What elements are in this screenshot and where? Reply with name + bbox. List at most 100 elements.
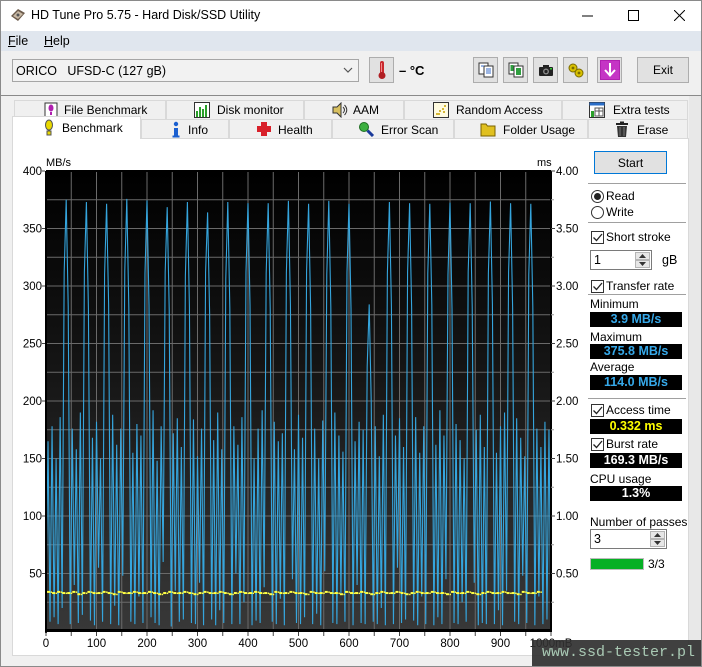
- access-time-point: [249, 592, 253, 595]
- access-time-point: [188, 592, 192, 595]
- watermark: www.ssd-tester.pl: [532, 640, 702, 667]
- access-time-point: [196, 593, 199, 596]
- passes-input[interactable]: 3: [590, 529, 667, 549]
- access-time-point: [102, 590, 106, 593]
- close-button[interactable]: [656, 0, 702, 30]
- tab-erase[interactable]: Erase: [588, 119, 688, 139]
- access-time-point: [75, 591, 78, 593]
- access-time-point: [510, 592, 512, 595]
- read-radio[interactable]: [591, 190, 604, 203]
- spin-down-button[interactable]: [635, 260, 650, 268]
- access-time-point: [193, 593, 197, 596]
- access-time-point: [272, 593, 275, 596]
- spin-up-button[interactable]: [650, 531, 665, 539]
- access-time-point: [338, 592, 340, 595]
- access-time-point: [163, 592, 167, 595]
- tab-benchmark[interactable]: Benchmark: [12, 116, 141, 139]
- exit-button[interactable]: Exit: [637, 57, 689, 83]
- spin-up-button[interactable]: [635, 252, 650, 260]
- access-time-point: [183, 590, 187, 593]
- access-time-point: [506, 592, 510, 595]
- access-time-point: [424, 592, 426, 595]
- access-time-value: 0.332 ms: [590, 419, 682, 434]
- maximize-button[interactable]: [610, 0, 656, 30]
- access-time-point: [368, 592, 371, 595]
- access-time-point: [212, 592, 214, 595]
- tab-label: Benchmark: [62, 121, 123, 135]
- access-time-point: [267, 592, 270, 595]
- access-time-point: [243, 592, 247, 595]
- burst-rate-checkbox[interactable]: [591, 438, 604, 451]
- access-time-point: [127, 592, 131, 595]
- access-time-point: [515, 592, 517, 595]
- access-time-point: [287, 592, 290, 595]
- access-time-checkbox[interactable]: [591, 404, 604, 417]
- access-time-point: [390, 592, 394, 595]
- access-time-point: [171, 591, 174, 593]
- x-tick-label: 800: [440, 638, 459, 650]
- access-time-point: [67, 592, 71, 595]
- average-label: Average: [590, 360, 635, 374]
- access-time-point: [202, 592, 204, 595]
- x-tick-label: 600: [339, 638, 358, 650]
- read-label: Read: [606, 189, 635, 203]
- access-time-point: [247, 592, 249, 595]
- burst-rate-value: 169.3 MB/s: [590, 453, 682, 468]
- spin-down-button[interactable]: [650, 539, 665, 547]
- access-time-point: [80, 593, 83, 596]
- y-tick-label: 200: [23, 396, 42, 408]
- access-time-point: [526, 592, 530, 595]
- access-time-point: [494, 592, 497, 595]
- access-time-point: [294, 592, 298, 595]
- access-time-point: [350, 592, 354, 595]
- short-stroke-checkbox[interactable]: [591, 231, 604, 244]
- access-time-point: [269, 593, 273, 596]
- save-button[interactable]: [597, 57, 622, 83]
- exit-label: Exit: [652, 63, 673, 77]
- x-axis-line: [45, 629, 552, 632]
- start-button[interactable]: Start: [594, 151, 667, 174]
- access-time-point: [208, 592, 212, 595]
- short-stroke-unit: gB: [662, 253, 678, 267]
- access-time-point: [284, 592, 288, 595]
- access-time-point: [60, 591, 63, 593]
- access-time-point: [329, 592, 333, 595]
- access-time-point: [309, 590, 313, 593]
- divider: [588, 222, 686, 224]
- access-time-point: [434, 591, 436, 593]
- access-time-point: [328, 591, 330, 593]
- passes-progress-text: 3/3: [648, 557, 665, 571]
- y-tick-label: 50: [29, 569, 42, 581]
- download-arrow-icon: [599, 60, 620, 80]
- access-time-point: [409, 593, 411, 596]
- y2-tick-label: 2.00: [556, 396, 578, 408]
- write-radio[interactable]: [591, 206, 604, 219]
- access-time-point: [451, 590, 455, 593]
- y-tick-label: 250: [23, 339, 42, 351]
- transfer-rate-checkbox[interactable]: [591, 280, 604, 293]
- access-time-point: [348, 591, 350, 593]
- access-time-point: [297, 592, 300, 595]
- short-stroke-size-input[interactable]: 1: [590, 250, 652, 270]
- access-time-point: [385, 592, 389, 595]
- access-time-point: [525, 591, 527, 593]
- passes-value: 3: [594, 532, 601, 546]
- access-time-point: [313, 591, 315, 593]
- maximum-value: 375.8 MB/s: [590, 344, 682, 359]
- access-time-point: [319, 592, 323, 595]
- x-tick-label: 200: [137, 638, 156, 650]
- access-time-point: [516, 593, 520, 596]
- access-time-point: [237, 592, 239, 595]
- access-time-point: [435, 592, 439, 595]
- access-time-point: [137, 592, 141, 595]
- access-time-point: [484, 592, 487, 595]
- access-time-point: [414, 592, 416, 595]
- access-time-point: [299, 592, 303, 595]
- access-time-point: [474, 592, 477, 595]
- x-tick-label: 500: [289, 638, 308, 650]
- access-time-point: [148, 590, 152, 593]
- access-time-point: [289, 590, 293, 593]
- access-time-point: [339, 593, 343, 596]
- access-time-point: [420, 592, 424, 595]
- access-time-point: [77, 593, 81, 596]
